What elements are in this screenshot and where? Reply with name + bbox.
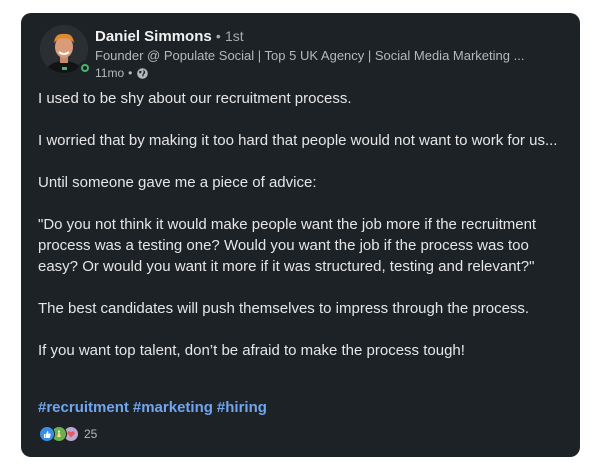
meta-separator: • xyxy=(128,66,133,80)
hashtag-marketing[interactable]: #marketing xyxy=(133,398,213,418)
post-paragraph: I worried that by making it too hard tha… xyxy=(38,132,558,149)
post-paragraph: If you want top talent, don’t be afraid … xyxy=(38,342,465,359)
online-status-icon xyxy=(78,61,92,75)
name-separator: • xyxy=(215,28,221,44)
author-headline: Founder @ Populate Social | Top 5 UK Age… xyxy=(95,48,525,63)
post-paragraph: Until someone gave me a piece of advice: xyxy=(38,174,317,191)
post-paragraph: The best candidates will push themselves… xyxy=(38,300,530,317)
hashtag-list: #recruitment #marketing #hiring xyxy=(38,398,267,418)
hashtag-hiring[interactable]: #hiring xyxy=(217,398,267,418)
author-name-line: Daniel Simmons • 1st xyxy=(95,26,565,47)
like-reaction-icon xyxy=(39,426,55,442)
connection-degree: 1st xyxy=(224,28,244,44)
hashtag-recruitment[interactable]: #recruitment xyxy=(38,398,129,418)
post-header: Daniel Simmons • 1st Founder @ Populate … xyxy=(95,26,565,82)
reactions-summary[interactable]: 25 xyxy=(39,426,97,442)
post-meta: 11mo • xyxy=(95,65,565,82)
globe-icon xyxy=(137,68,149,79)
post-card: Daniel Simmons • 1st Founder @ Populate … xyxy=(21,13,580,457)
post-paragraph: "Do you not think it would make people w… xyxy=(38,216,537,275)
post-paragraph: I used to be shy about our recruitment p… xyxy=(38,90,352,107)
post-body: I used to be shy about our recruitment p… xyxy=(38,88,563,382)
post-time: 11mo xyxy=(95,66,125,80)
author-name[interactable]: Daniel Simmons xyxy=(95,28,212,45)
reaction-count[interactable]: 25 xyxy=(84,427,97,441)
author-avatar[interactable] xyxy=(40,25,92,75)
